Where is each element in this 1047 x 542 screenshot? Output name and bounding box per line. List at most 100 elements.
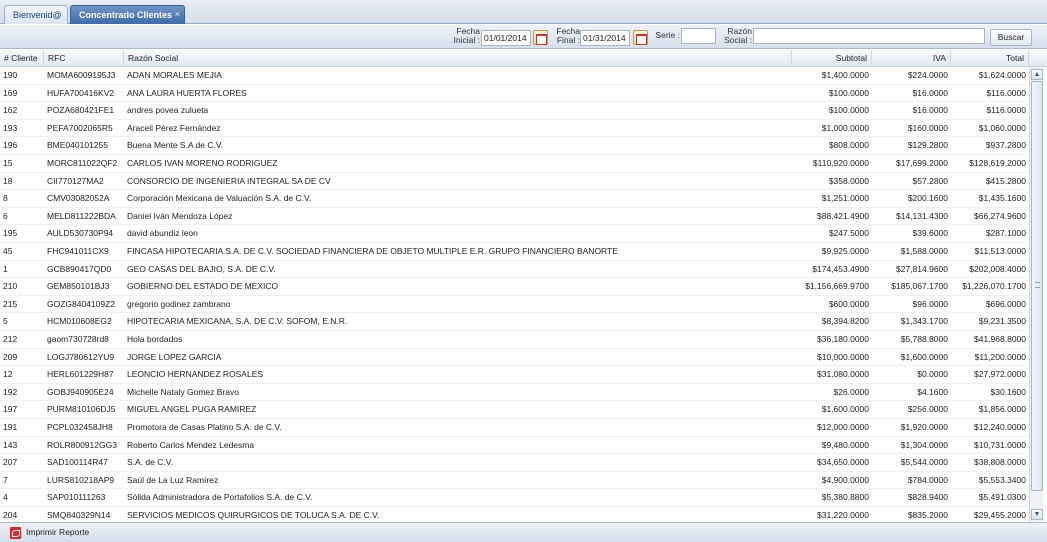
table-row[interactable]: 45 FHC941011CX9 FINCASA HIPOTECARIA S.A. D… — [0, 243, 1029, 261]
cell-total: $415.2800 — [985, 175, 1026, 186]
cell-subtotal: $36,180.0000 — [817, 334, 869, 344]
cell-cliente: 143 — [3, 439, 18, 450]
table-row[interactable]: 143 ROLR800912GG3 Roberto Carlos Mendez Le… — [0, 437, 1029, 455]
cell-rfc: CII770127MA2 — [47, 175, 104, 186]
cell-total: $1,060.0000 — [978, 122, 1026, 133]
table-row[interactable]: 1 GCB890417QD0 GEO CASAS DEL BAJIO, S.A. D… — [0, 261, 1029, 279]
cell-iva: $828.9400 — [907, 492, 948, 503]
table-row[interactable]: 162 POZA680421FE1 andres povea zulueta $100… — [0, 102, 1029, 120]
column-header-cliente[interactable]: # Cliente — [0, 50, 44, 67]
table-row[interactable]: 193 PEFA7002065R5 Araceli Pérez Fernández $… — [0, 120, 1029, 138]
fecha-final-label: Fecha Final : — [556, 26, 580, 45]
cell-cliente: 18 — [3, 175, 13, 186]
cell-cliente: 8 — [3, 193, 8, 204]
fecha-final-input[interactable]: 01/31/2014 — [580, 30, 630, 46]
cell-razon-social: Roberto Carlos Mendez Ledesma — [127, 439, 255, 450]
table-row[interactable]: 212 gaom730728rd8 Hola bordados $36,180.000… — [0, 331, 1029, 349]
cell-total: $38,808.0000 — [974, 457, 1026, 468]
column-header-iva[interactable]: IVA — [872, 50, 951, 67]
filter-toolbar: Fecha Inicial : 01/01/2014 Fecha Final :… — [0, 25, 1047, 49]
buscar-button[interactable]: Buscar — [990, 29, 1032, 46]
column-header-subtotal[interactable]: Subtotal — [792, 50, 872, 67]
cell-total: $27,972.0000 — [974, 369, 1026, 380]
cell-iva: $14,131.4300 — [896, 210, 948, 221]
table-row[interactable]: 169 HUFA700416KV2 ANA LAURA HUERTA FLORES $… — [0, 85, 1029, 103]
table-row[interactable]: 6 MELD811222BDA Daniel Iván Mendoza López $… — [0, 208, 1029, 226]
cell-cliente: 212 — [3, 334, 18, 344]
fecha-inicial-input[interactable]: 01/01/2014 — [481, 30, 531, 46]
calendar-icon[interactable] — [533, 30, 548, 45]
column-header-razon-social[interactable]: Razón Social — [124, 50, 792, 67]
pdf-icon[interactable] — [10, 527, 21, 539]
cell-total: $287.1000 — [985, 228, 1026, 239]
cell-razon-social: GEO CASAS DEL BAJIO, S.A. DE C.V. — [127, 263, 276, 274]
table-row[interactable]: 5 HCM010608EG2 HIPOTECARIA MEXICANA, S.A. … — [0, 313, 1029, 331]
table-row[interactable]: 204 SMQ840329N14 SERVICIOS MEDICOS QUIRURG… — [0, 507, 1029, 522]
cell-razon-social: S.A. de C.V. — [127, 457, 173, 468]
table-row[interactable]: 207 SAD100114R47 S.A. de C.V. $34,650.0000 $… — [0, 454, 1029, 472]
cell-rfc: ROLR800912GG3 — [47, 439, 117, 450]
table-row[interactable]: 190 MOMA6009195J3 ADAN MORALES MEJIA $1,400… — [0, 67, 1029, 85]
cell-cliente: 15 — [3, 158, 13, 168]
cell-razon-social: Araceli Pérez Fernández — [127, 122, 221, 133]
cell-total: $5,553.3400 — [978, 474, 1026, 485]
scroll-up-icon[interactable]: ▲ — [1031, 69, 1043, 80]
cell-subtotal: $1,400.0000 — [821, 70, 869, 80]
table-row[interactable]: 12 HERL601229H87 LEONCIO HERNANDEZ ROSALES… — [0, 366, 1029, 384]
imprimir-reporte-button[interactable]: Imprimir Reporte — [26, 523, 89, 542]
column-header-rfc[interactable]: RFC — [44, 50, 124, 67]
cell-total: $9,231.3500 — [978, 316, 1026, 327]
scrollbar-thumb[interactable] — [1031, 81, 1043, 491]
tab-concentrado-clientes[interactable]: Concentrado Clientes × — [70, 5, 185, 24]
cell-rfc: MORC811022QF2 — [47, 158, 118, 168]
cell-cliente: 193 — [3, 122, 18, 133]
cell-cliente: 215 — [3, 298, 18, 309]
cell-cliente: 1 — [3, 263, 8, 274]
serie-input[interactable] — [681, 28, 716, 44]
table-row[interactable]: 18 CII770127MA2 CONSORCIO DE INGENIERIA IN… — [0, 173, 1029, 191]
cell-cliente: 210 — [3, 281, 18, 292]
cell-subtotal: $26.0000 — [833, 386, 869, 397]
table-row[interactable]: 7 LURS810218AP9 Saúl de La Luz Ramírez $4,9… — [0, 472, 1029, 490]
cell-razon-social: david abundiz leon — [127, 228, 198, 239]
scroll-down-icon[interactable]: ▼ — [1031, 509, 1043, 520]
cell-iva: $160.0000 — [907, 122, 948, 133]
table-row[interactable]: 196 BME040101255 Buena Mente S.A de C.V. $8… — [0, 137, 1029, 155]
table-row[interactable]: 15 MORC811022QF2 CARLOS IVAN MORENO RODRIG… — [0, 155, 1029, 173]
calendar-icon[interactable] — [633, 30, 648, 45]
cell-subtotal: $110,920.0000 — [812, 158, 869, 168]
cell-total: $696.0000 — [985, 298, 1026, 309]
cell-iva: $784.0000 — [907, 474, 948, 485]
table-row[interactable]: 192 GOBJ940905E24 Michelle Nataly Gomez Br… — [0, 384, 1029, 402]
table-row[interactable]: 197 PURM810106DJ5 MIGUEL ANGEL PUGA RAMIRE… — [0, 401, 1029, 419]
cell-rfc: HUFA700416KV2 — [47, 87, 115, 98]
column-header-total[interactable]: Total — [951, 50, 1029, 67]
table-row[interactable]: 215 GOZG8404109Z2 gregorio godinez zambran… — [0, 296, 1029, 314]
close-tab-icon[interactable]: × — [175, 5, 180, 23]
cell-subtotal: $100.0000 — [828, 105, 869, 116]
table-row[interactable]: 191 PCPL032458JH8 Promotora de Casas Plati… — [0, 419, 1029, 437]
cell-cliente: 6 — [3, 210, 8, 221]
footer-toolbar: Imprimir Reporte — [0, 522, 1047, 542]
cell-rfc: gaom730728rd8 — [47, 334, 109, 344]
table-row[interactable]: 210 GEM850101BJ3 GOBIERNO DEL ESTADO DE ME… — [0, 278, 1029, 296]
tab-bienvenido[interactable]: Bienvenid@ — [4, 5, 68, 24]
table-row[interactable]: 4 SAP010111263 Sólida Administradora de Po… — [0, 489, 1029, 507]
cell-cliente: 191 — [3, 422, 18, 432]
cell-iva: $1,588.0000 — [900, 246, 948, 256]
cell-subtotal: $10,000.0000 — [817, 351, 869, 362]
table-row[interactable]: 8 CMV03082052A Corporación Mexicana de Val… — [0, 190, 1029, 208]
cell-rfc: HCM010608EG2 — [47, 316, 112, 327]
cell-rfc: HERL601229H87 — [47, 369, 114, 380]
cell-iva: $5,544.0000 — [900, 457, 948, 468]
cell-cliente: 196 — [3, 140, 18, 151]
cell-total: $66,274.9600 — [974, 210, 1026, 221]
cell-iva: $185,067.1700 — [891, 281, 948, 292]
table-row[interactable]: 209 LOGJ780612YU9 JORGE LOPEZ GARCIA $10,00… — [0, 349, 1029, 367]
cell-rfc: GEM850101BJ3 — [47, 281, 110, 292]
vertical-scrollbar[interactable]: ▲ ▼ — [1029, 67, 1043, 522]
table-row[interactable]: 195 AULD530730P94 david abundiz leon $247.5… — [0, 225, 1029, 243]
cell-iva: $129.2800 — [907, 140, 948, 151]
cell-rfc: SAD100114R47 — [47, 457, 108, 468]
razon-social-input[interactable] — [753, 28, 985, 44]
